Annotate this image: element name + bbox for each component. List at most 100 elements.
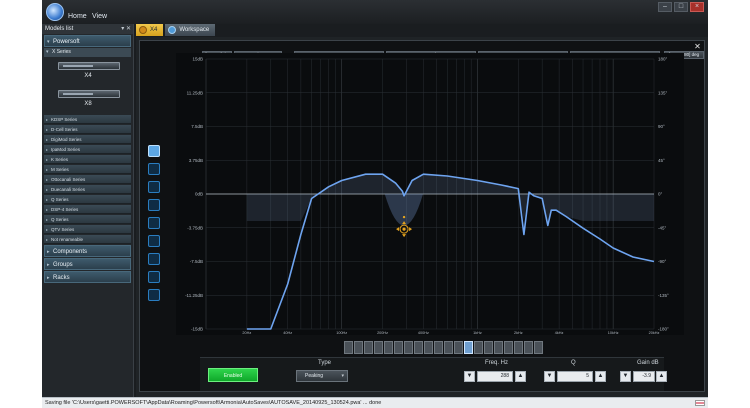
device-icon xyxy=(139,26,147,34)
series-item[interactable]: Duecanali Series xyxy=(44,185,131,194)
response-area xyxy=(246,174,654,221)
series-item[interactable]: Not renameable xyxy=(44,235,131,244)
frequency-response-plot[interactable]: 15dB 180° 11.25dB 135° 7.5dB 90° 3.75dB 45° 0dB 0… xyxy=(176,53,684,335)
band-button[interactable] xyxy=(414,341,423,354)
eq-editor: ✕ [-15, 15] dB Options Save Load Copy Pa… xyxy=(139,40,705,392)
series-item[interactable]: QTV Series xyxy=(44,225,131,234)
band-button[interactable] xyxy=(504,341,513,354)
q-input[interactable]: 5 xyxy=(557,371,593,382)
menu-view[interactable]: View xyxy=(92,13,107,20)
category-racks[interactable]: Racks xyxy=(44,271,131,284)
y-tick-label: -7.5dB xyxy=(190,259,203,264)
series-item[interactable]: Q Series xyxy=(44,215,131,224)
x-tick-label: 20Hz xyxy=(242,331,251,335)
filter-selector-button[interactable] xyxy=(148,289,160,301)
series-item[interactable]: IpaMod Series xyxy=(44,145,131,154)
peaking-band-area xyxy=(384,194,424,226)
minimize-button[interactable]: – xyxy=(658,2,672,12)
device-label: X8 xyxy=(84,101,92,107)
document-tabs: X4 Workspace xyxy=(136,24,216,36)
band-button[interactable] xyxy=(464,341,473,354)
tab-workspace[interactable]: Workspace xyxy=(165,24,216,36)
y-right-tick-label: 0° xyxy=(658,192,663,197)
band-button[interactable] xyxy=(454,341,463,354)
y-tick-label: -3.75dB xyxy=(187,225,203,230)
series-item[interactable]: D-Cell Series xyxy=(44,125,131,134)
menu-home[interactable]: Home xyxy=(68,13,87,20)
type-select[interactable]: Peaking ▾ xyxy=(296,370,348,382)
band-button[interactable] xyxy=(534,341,543,354)
subcategory-x-series[interactable]: X Series xyxy=(44,48,131,57)
band-button[interactable] xyxy=(514,341,523,354)
window-controls: – □ × xyxy=(658,2,704,12)
band-button[interactable] xyxy=(474,341,483,354)
x-tick-label: 1kHz xyxy=(473,331,482,335)
enabled-toggle[interactable]: Enabled xyxy=(208,368,258,382)
freq-input[interactable]: 288 xyxy=(477,371,513,382)
x-tick-label: 4kHz xyxy=(555,331,564,335)
gain-down-button[interactable]: ▼ xyxy=(620,371,631,382)
plot-svg: 15dB 180° 11.25dB 135° 7.5dB 90° 3.75dB 45° 0dB 0… xyxy=(185,57,669,336)
maximize-button[interactable]: □ xyxy=(674,2,688,12)
series-item[interactable]: Ottocanali Series xyxy=(44,175,131,184)
filter-selector-button[interactable] xyxy=(148,199,160,211)
chevron-down-icon: ▾ xyxy=(341,373,344,379)
filter-controls: Enabled Type Peaking ▾ Freq. Hz ▼ 288 ▲ … xyxy=(200,357,667,391)
amplifier-image xyxy=(58,62,120,70)
gain-up-button[interactable]: ▲ xyxy=(656,371,667,382)
filter-selector-button[interactable] xyxy=(148,181,160,193)
band-button[interactable] xyxy=(354,341,363,354)
category-components[interactable]: Components xyxy=(44,245,131,258)
y-right-tick-label: 45° xyxy=(658,158,665,163)
series-item[interactable]: M Series xyxy=(44,165,131,174)
close-button[interactable]: × xyxy=(690,2,704,12)
filter-selector-button[interactable] xyxy=(148,253,160,265)
category-groups[interactable]: Groups xyxy=(44,258,131,271)
q-up-button[interactable]: ▲ xyxy=(595,371,606,382)
freq-up-button[interactable]: ▲ xyxy=(515,371,526,382)
y-tick-label: 11.25dB xyxy=(187,90,203,95)
band-button[interactable] xyxy=(364,341,373,354)
tab-x4[interactable]: X4 xyxy=(136,24,164,36)
category-powersoft[interactable]: Powersoft xyxy=(44,35,131,48)
band-button[interactable] xyxy=(404,341,413,354)
series-item[interactable]: Q Series xyxy=(44,195,131,204)
band-button[interactable] xyxy=(424,341,433,354)
gain-input[interactable]: -3.9 xyxy=(633,371,655,382)
filter-selector-button[interactable] xyxy=(148,163,160,175)
x-tick-label: 10kHz xyxy=(608,331,619,335)
band-button[interactable] xyxy=(394,341,403,354)
language-flag-icon[interactable] xyxy=(695,400,705,406)
filter-selector-button[interactable] xyxy=(148,271,160,283)
series-item[interactable]: DigiMod Series xyxy=(44,135,131,144)
band-button[interactable] xyxy=(444,341,453,354)
globe-icon xyxy=(168,26,177,34)
status-text: Saving file 'C:\Users\gaetti.POWERSOFT\A… xyxy=(45,400,382,406)
freq-down-button[interactable]: ▼ xyxy=(464,371,475,382)
panel-controls[interactable]: ▾ ✕ xyxy=(121,24,131,34)
series-item[interactable]: KDSP Series xyxy=(44,115,131,124)
filter-selector-button[interactable] xyxy=(148,217,160,229)
device-x4[interactable]: X4 xyxy=(44,58,131,86)
band-button[interactable] xyxy=(494,341,503,354)
y-tick-label: 3.75dB xyxy=(189,158,203,163)
filter-selector-button[interactable] xyxy=(148,145,160,157)
series-item[interactable]: K Series xyxy=(44,155,131,164)
band-button[interactable] xyxy=(524,341,533,354)
band-button[interactable] xyxy=(344,341,353,354)
band-button[interactable] xyxy=(374,341,383,354)
band-button[interactable] xyxy=(484,341,493,354)
q-down-button[interactable]: ▼ xyxy=(544,371,555,382)
series-item[interactable]: DSP-4 Series xyxy=(44,205,131,214)
x-tick-label: 20kHz xyxy=(649,331,660,335)
x-tick-label: 100Hz xyxy=(336,331,347,335)
app-logo-icon[interactable] xyxy=(46,3,64,21)
y-right-tick-label: -45° xyxy=(658,225,667,230)
filter-selector-button[interactable] xyxy=(148,235,160,247)
band-button[interactable] xyxy=(384,341,393,354)
type-value: Peaking xyxy=(305,373,324,379)
x-tick-label: 200Hz xyxy=(377,331,388,335)
band-button[interactable] xyxy=(434,341,443,354)
type-label: Type xyxy=(318,360,332,366)
device-x8[interactable]: X8 xyxy=(44,86,131,114)
